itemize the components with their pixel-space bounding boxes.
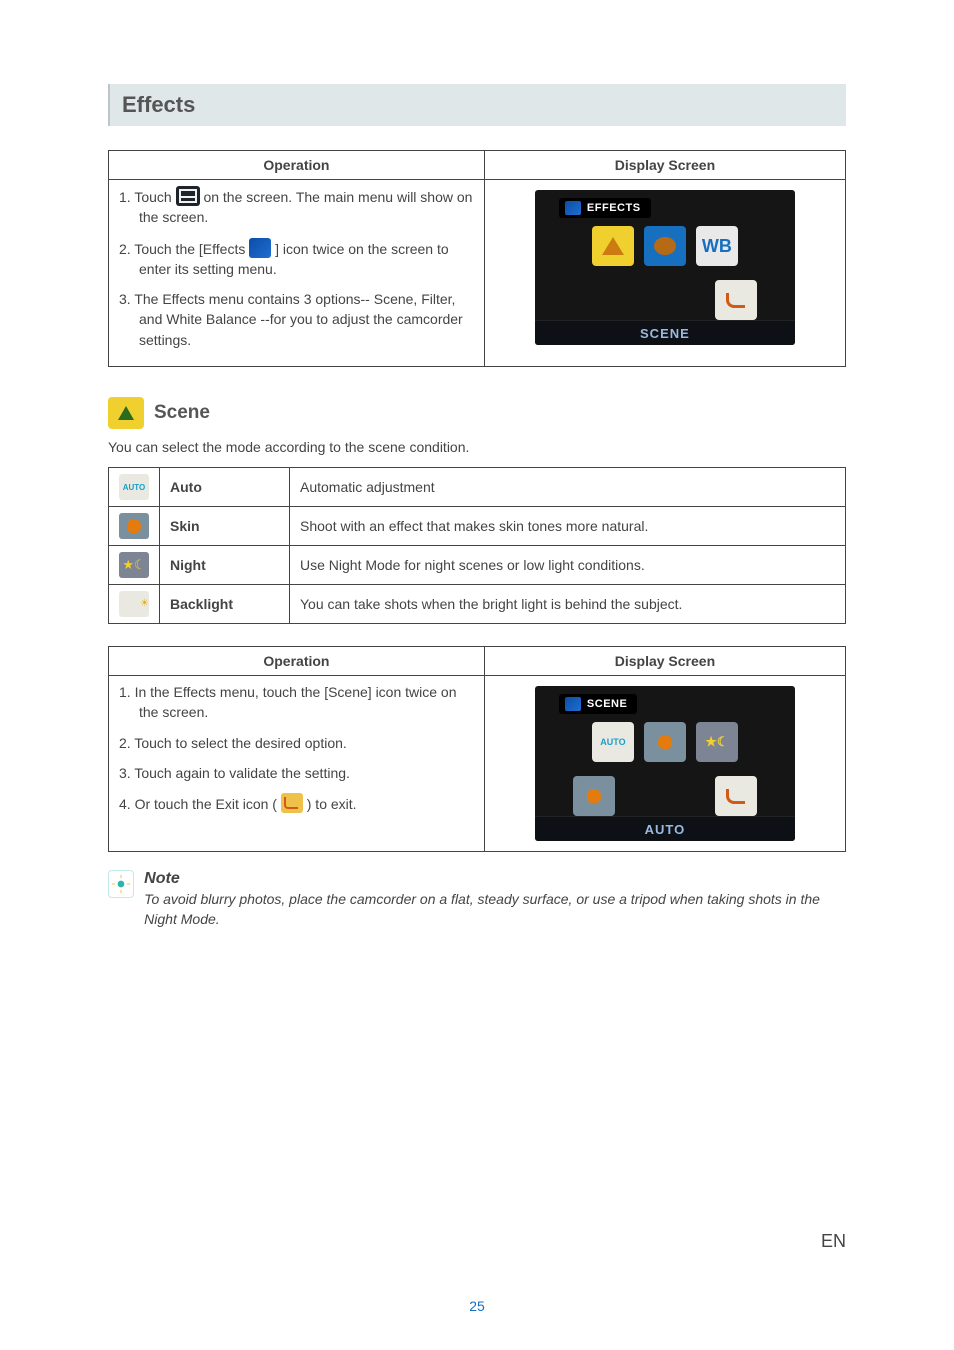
mode-desc: Automatic adjustment <box>290 468 846 507</box>
step3: 3. Touch again to validate the setting. <box>119 763 474 783</box>
scene-heading: Scene <box>154 402 210 424</box>
table-row: Skin Shoot with an effect that makes ski… <box>109 507 846 546</box>
section-heading: Effects <box>108 84 846 126</box>
page-number: 25 <box>0 1298 954 1314</box>
scene-screen-mock: SCENE AUTO ★☾ AUTO <box>535 686 795 841</box>
mode-desc: Use Night Mode for night scenes or low l… <box>290 546 846 585</box>
mode-desc: Shoot with an effect that makes skin ton… <box>290 507 846 546</box>
scene-operation-table: Operation Display Screen 1. In the Effec… <box>108 646 846 852</box>
mode-name: Auto <box>170 479 202 495</box>
scene-option-icon <box>592 226 634 266</box>
return-icon <box>715 280 757 320</box>
display-screen-cell: EFFECTS WB SCENE <box>484 180 845 367</box>
wb-option-icon: WB <box>696 226 738 266</box>
operation-steps: 1. In the Effects menu, touch the [Scene… <box>109 676 485 852</box>
step4-part-b: ) to exit. <box>307 796 357 812</box>
exit-icon <box>281 793 303 813</box>
screen-title: EFFECTS <box>587 202 641 214</box>
screen-caption: AUTO <box>645 822 686 837</box>
backlight-mode-icon: ☀ <box>119 591 149 617</box>
scene-modes-table: AUTO Auto Automatic adjustment Skin Shoo… <box>108 467 846 624</box>
step4-part-a: 4. Or touch the Exit icon ( <box>119 796 281 812</box>
step1: 1. In the Effects menu, touch the [Scene… <box>119 682 474 723</box>
step2-part-a: 2. Touch the [Effects <box>119 241 249 257</box>
scene-intro: You can select the mode according to the… <box>108 439 846 455</box>
skin-mode-icon <box>119 513 149 539</box>
night-mode-icon: ★☾ <box>119 552 149 578</box>
step2: 2. Touch to select the desired option. <box>119 733 474 753</box>
screen-caption-bar: SCENE <box>535 320 795 345</box>
skin-select-icon <box>644 722 686 762</box>
screen-caption-bar: AUTO <box>535 816 795 841</box>
backlight-select-icon <box>573 776 615 816</box>
note-icon <box>108 870 134 898</box>
effects-screen-mock: EFFECTS WB SCENE <box>535 190 795 345</box>
night-select-icon: ★☾ <box>696 722 738 762</box>
mode-desc: You can take shots when the bright light… <box>290 585 846 624</box>
scene-badge-icon <box>108 397 144 429</box>
note-body: To avoid blurry photos, place the camcor… <box>144 890 846 929</box>
display-screen-cell: SCENE AUTO ★☾ AUTO <box>484 676 845 852</box>
step1-part-a: 1. Touch <box>119 189 176 205</box>
language-code: EN <box>821 1231 846 1252</box>
table-row: ☀ Backlight You can take shots when the … <box>109 585 846 624</box>
effects-operation-table: Operation Display Screen 1. Touch on the… <box>108 150 846 367</box>
col-operation: Operation <box>109 647 485 676</box>
screen-title: SCENE <box>587 698 627 710</box>
effects-icon <box>249 238 271 258</box>
col-operation: Operation <box>109 151 485 180</box>
mode-name: Backlight <box>170 596 233 612</box>
operation-steps: 1. Touch on the screen. The main menu wi… <box>109 180 485 367</box>
return-icon <box>715 776 757 816</box>
auto-select-icon: AUTO <box>592 722 634 762</box>
screen-title-bar: SCENE <box>559 694 637 714</box>
screen-logo-icon <box>565 697 581 711</box>
screen-caption: SCENE <box>640 326 690 341</box>
main-menu-grid-icon <box>176 186 200 206</box>
col-display: Display Screen <box>484 151 845 180</box>
heading-text: Effects <box>122 92 834 118</box>
screen-title-bar: EFFECTS <box>559 198 651 218</box>
col-display: Display Screen <box>484 647 845 676</box>
screen-logo-icon <box>565 201 581 215</box>
note-title: Note <box>144 870 846 888</box>
table-row: ★☾ Night Use Night Mode for night scenes… <box>109 546 846 585</box>
mode-name: Skin <box>170 518 200 534</box>
step3: 3. The Effects menu contains 3 options--… <box>119 289 474 350</box>
mode-name: Night <box>170 557 206 573</box>
table-row: AUTO Auto Automatic adjustment <box>109 468 846 507</box>
auto-mode-icon: AUTO <box>119 474 149 500</box>
filter-option-icon <box>644 226 686 266</box>
